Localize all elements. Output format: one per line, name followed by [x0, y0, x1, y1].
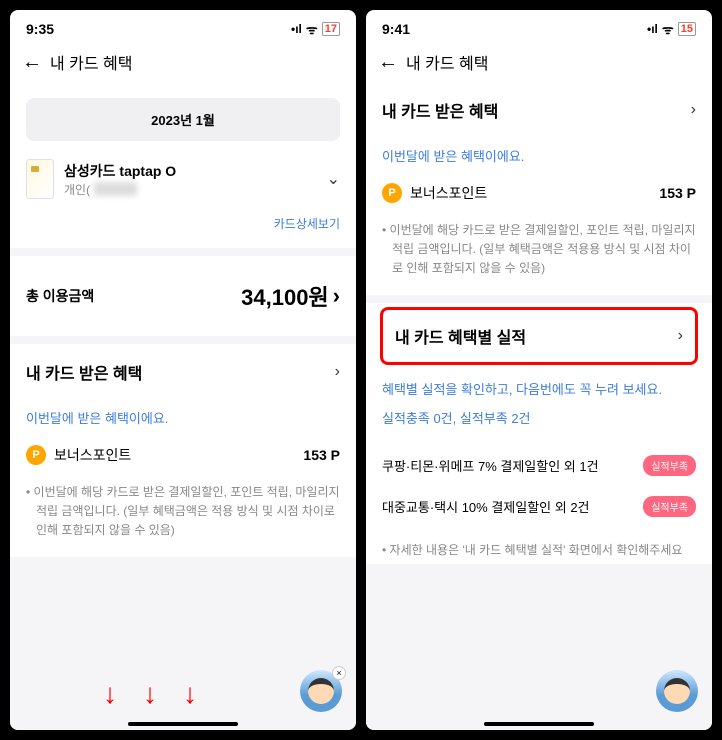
- nav-bar: ← 내 카드 혜택: [366, 42, 712, 82]
- total-amount-row[interactable]: 총 이용금액 34,100원 ›: [26, 272, 340, 320]
- phone-right: 9:41 •ıl ᯤ 15 ← 내 카드 혜택 내 카드 받은 혜택 › 이번달…: [366, 10, 712, 730]
- signal-icon: •ıl: [647, 22, 658, 36]
- amount-section: 총 이용금액 34,100원 ›: [10, 256, 356, 336]
- status-bar: 9:41 •ıl ᯤ 15: [366, 10, 712, 42]
- status-badge: 실적부족: [643, 455, 696, 476]
- point-icon: P: [382, 183, 402, 203]
- phone-left: 9:35 •ıl ᯤ 17 ← 내 카드 혜택 2023년 1월 삼성카드 ta…: [10, 10, 356, 730]
- benefits-header[interactable]: 내 카드 받은 혜택 ›: [26, 360, 340, 384]
- card-name: 삼성카드 taptap O: [64, 161, 317, 181]
- home-indicator[interactable]: [128, 722, 238, 726]
- benefits-title: 내 카드 받은 혜택: [382, 98, 498, 122]
- content-scroll[interactable]: 2023년 1월 삼성카드 taptap O 개인(0000 ⌄ 카드상세보기 …: [10, 82, 356, 730]
- benefit-item[interactable]: 쿠팡·티몬·위메프 7% 결제일할인 외 1건 실적부족: [382, 445, 696, 486]
- scroll-arrows-annotation: ↓ ↓ ↓: [103, 678, 197, 710]
- point-label: 보너스포인트: [54, 445, 295, 465]
- benefits-header[interactable]: 내 카드 받은 혜택 ›: [382, 98, 696, 122]
- benefits-section: 내 카드 받은 혜택 › 이번달에 받은 혜택이에요. P 보너스포인트 153…: [10, 344, 356, 557]
- close-icon[interactable]: ×: [332, 666, 346, 680]
- benefits-title: 내 카드 받은 혜택: [26, 360, 142, 384]
- back-icon[interactable]: ←: [22, 51, 42, 74]
- bonus-point-row[interactable]: P 보너스포인트 153 P: [26, 441, 340, 469]
- page-title: 내 카드 혜택: [406, 50, 489, 74]
- card-sub: 개인(0000: [64, 181, 317, 198]
- point-value: 153 P: [659, 185, 696, 201]
- signal-icon: •ıl: [291, 22, 302, 36]
- performance-title: 내 카드 혜택별 실적: [395, 324, 526, 348]
- time: 9:35: [26, 21, 54, 37]
- point-label: 보너스포인트: [410, 183, 651, 203]
- chevron-right-icon: ›: [333, 283, 340, 309]
- card-selector[interactable]: 삼성카드 taptap O 개인(0000 ⌄: [26, 151, 340, 207]
- point-icon: P: [26, 445, 46, 465]
- amount-value: 34,100원: [241, 280, 329, 312]
- content-scroll[interactable]: 내 카드 받은 혜택 › 이번달에 받은 혜택이에요. P 보너스포인트 153…: [366, 82, 712, 730]
- masked-number: 0000: [94, 182, 137, 196]
- status-icons: •ıl ᯤ 15: [647, 20, 696, 38]
- battery-level: 17: [322, 22, 340, 36]
- battery-level: 15: [678, 22, 696, 36]
- performance-section: 내 카드 혜택별 실적 › 혜택별 실적을 확인하고, 다음번에도 꼭 누려 보…: [366, 303, 712, 564]
- arrow-down-icon: ↓: [103, 678, 117, 710]
- status-bar: 9:35 •ıl ᯤ 17: [10, 10, 356, 42]
- status-badge: 실적부족: [643, 496, 696, 517]
- performance-desc: 혜택별 실적을 확인하고, 다음번에도 꼭 누려 보세요.: [382, 379, 696, 398]
- benefit-label: 쿠팡·티몬·위메프 7% 결제일할인 외 1건: [382, 456, 599, 475]
- performance-highlight[interactable]: 내 카드 혜택별 실적 ›: [380, 307, 698, 365]
- benefits-subtitle: 이번달에 받은 혜택이에요.: [382, 146, 696, 165]
- arrow-down-icon: ↓: [183, 678, 197, 710]
- chevron-down-icon[interactable]: ⌄: [327, 169, 340, 189]
- chatbot-avatar[interactable]: [656, 670, 698, 712]
- chevron-right-icon: ›: [678, 327, 683, 345]
- benefits-note: 이번달에 해당 카드로 받은 결제일할인, 포인트 적립, 마일리지 적립 금액…: [382, 207, 696, 279]
- status-icons: •ıl ᯤ 17: [291, 20, 340, 38]
- time: 9:41: [382, 21, 410, 37]
- arrow-down-icon: ↓: [143, 678, 157, 710]
- benefit-item[interactable]: 대중교통·택시 10% 결제일할인 외 2건 실적부족: [382, 486, 696, 527]
- performance-summary: 실적충족 0건, 실적부족 2건: [382, 408, 696, 427]
- benefits-subtitle: 이번달에 받은 혜택이에요.: [26, 408, 340, 427]
- page-title: 내 카드 혜택: [50, 50, 133, 74]
- bonus-point-row[interactable]: P 보너스포인트 153 P: [382, 179, 696, 207]
- amount-label: 총 이용금액: [26, 286, 94, 306]
- benefit-label: 대중교통·택시 10% 결제일할인 외 2건: [382, 497, 590, 516]
- card-image: [26, 159, 54, 199]
- benefits-note: 이번달에 해당 카드로 받은 결제일할인, 포인트 적립, 마일리지 적립 금액…: [26, 469, 340, 541]
- nav-bar: ← 내 카드 혜택: [10, 42, 356, 82]
- month-banner[interactable]: 2023년 1월: [26, 98, 340, 141]
- chevron-right-icon: ›: [691, 101, 696, 119]
- point-value: 153 P: [303, 447, 340, 463]
- chevron-right-icon: ›: [335, 363, 340, 381]
- card-section: 2023년 1월 삼성카드 taptap O 개인(0000 ⌄ 카드상세보기: [10, 82, 356, 248]
- back-icon[interactable]: ←: [378, 51, 398, 74]
- card-detail-link[interactable]: 카드상세보기: [26, 215, 340, 232]
- wifi-icon: ᯤ: [306, 20, 318, 38]
- benefits-section: 내 카드 받은 혜택 › 이번달에 받은 혜택이에요. P 보너스포인트 153…: [366, 82, 712, 295]
- wifi-icon: ᯤ: [662, 20, 674, 38]
- performance-footer: 자세한 내용은 '내 카드 혜택별 실적' 화면에서 확인해주세요: [382, 527, 696, 560]
- chatbot-avatar[interactable]: ×: [300, 670, 342, 712]
- home-indicator[interactable]: [484, 722, 594, 726]
